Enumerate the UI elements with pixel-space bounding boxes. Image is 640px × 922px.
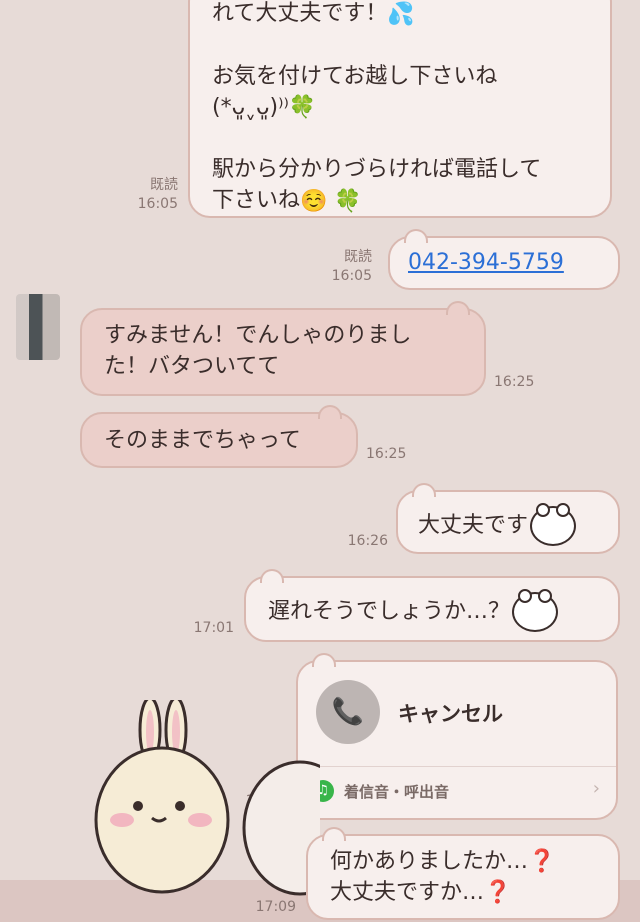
timestamp: 16:05 <box>331 268 372 284</box>
message-text: れて大丈夫です！💦 <box>212 0 588 30</box>
bubble-ear <box>322 827 346 841</box>
ringtone-link[interactable]: 着信音・呼出音 <box>344 781 449 802</box>
crying-bear-sticker-icon <box>512 589 559 632</box>
message-text: お気を付けてお越し下さいね <box>212 63 498 89</box>
read-receipt: 既読 <box>150 177 178 193</box>
message-text: そのままでちゃって <box>104 428 301 453</box>
bubble-ear <box>404 229 428 243</box>
message-bubble-outgoing[interactable]: 042-394-5759 <box>388 229 620 290</box>
message-text: 大丈夫です <box>418 513 529 538</box>
phone-icon: 📞 <box>316 680 380 744</box>
message-bubble-incoming[interactable]: すみません！でんしゃのりまし た！バタついてて <box>80 301 486 396</box>
message-bubble-incoming[interactable]: そのままでちゃって <box>80 405 358 468</box>
message-meta: 既読 16:05 <box>126 176 178 214</box>
timestamp: 16:05 <box>137 196 178 212</box>
call-card[interactable]: 📞 キャンセル ♫ 着信音・呼出音 › <box>296 653 618 820</box>
read-receipt: 既読 <box>344 249 372 265</box>
message-text: 何かありましたか…❓ <box>330 849 556 874</box>
message-meta: 既読 16:05 <box>320 248 372 286</box>
message-bubble-outgoing[interactable]: 何かありましたか…❓ 大丈夫ですか…❓ <box>306 827 620 920</box>
message-text: 駅から分かりづらければ電話して <box>212 157 542 182</box>
divider <box>298 766 616 767</box>
bear-sticker-icon <box>530 503 577 546</box>
bubble-ear <box>260 569 284 583</box>
message-text: た！バタついてて <box>104 354 280 379</box>
chevron-right-icon: › <box>592 778 600 799</box>
message-text: (*ᴗ͈ˬᴗ͈)⁾⁾🍀 <box>212 92 588 124</box>
message-bubble-outgoing[interactable]: 遅れそうでしょうか…？ <box>244 569 620 642</box>
clover-icon: 🍀 <box>334 188 362 214</box>
question-icon: ❓ <box>528 849 556 874</box>
phone-link[interactable]: 042-394-5759 <box>408 250 564 275</box>
timestamp: 16:26 <box>347 533 388 549</box>
timestamp: 16:25 <box>366 446 407 462</box>
smile-icon: ☺️ <box>300 188 328 214</box>
bubble-ear <box>312 653 336 667</box>
bubble-ear <box>318 405 342 419</box>
sweat-icon: 💦 <box>387 1 415 27</box>
message-text: 遅れそうでしょうか…？ <box>268 599 511 624</box>
call-status-title: キャンセル <box>398 702 503 726</box>
message-text: すみません！でんしゃのりまし <box>104 323 412 348</box>
avatar[interactable] <box>16 294 60 360</box>
message-bubble-outgoing[interactable]: れて大丈夫です！💦 お気を付けてお越し下さいね (*ᴗ͈ˬᴗ͈)⁾⁾🍀 駅から分… <box>188 0 612 218</box>
message-bubble-outgoing[interactable]: 大丈夫です <box>396 483 620 554</box>
timestamp: 16:25 <box>494 374 535 390</box>
message-text: 下さいね☺️ 🍀 <box>212 185 588 217</box>
chat-area: れて大丈夫です！💦 お気を付けてお越し下さいね (*ᴗ͈ˬᴗ͈)⁾⁾🍀 駅から分… <box>0 0 640 922</box>
rabbit-character-illustration <box>94 700 230 894</box>
bubble-ear <box>446 301 470 315</box>
message-text: 大丈夫ですか…❓ <box>330 880 512 905</box>
timestamp: 17:09 <box>255 899 296 915</box>
timestamp: 17:01 <box>193 620 234 636</box>
clover-icon: 🍀 <box>288 95 317 120</box>
question-icon: ❓ <box>484 880 512 905</box>
bubble-ear <box>412 483 436 497</box>
